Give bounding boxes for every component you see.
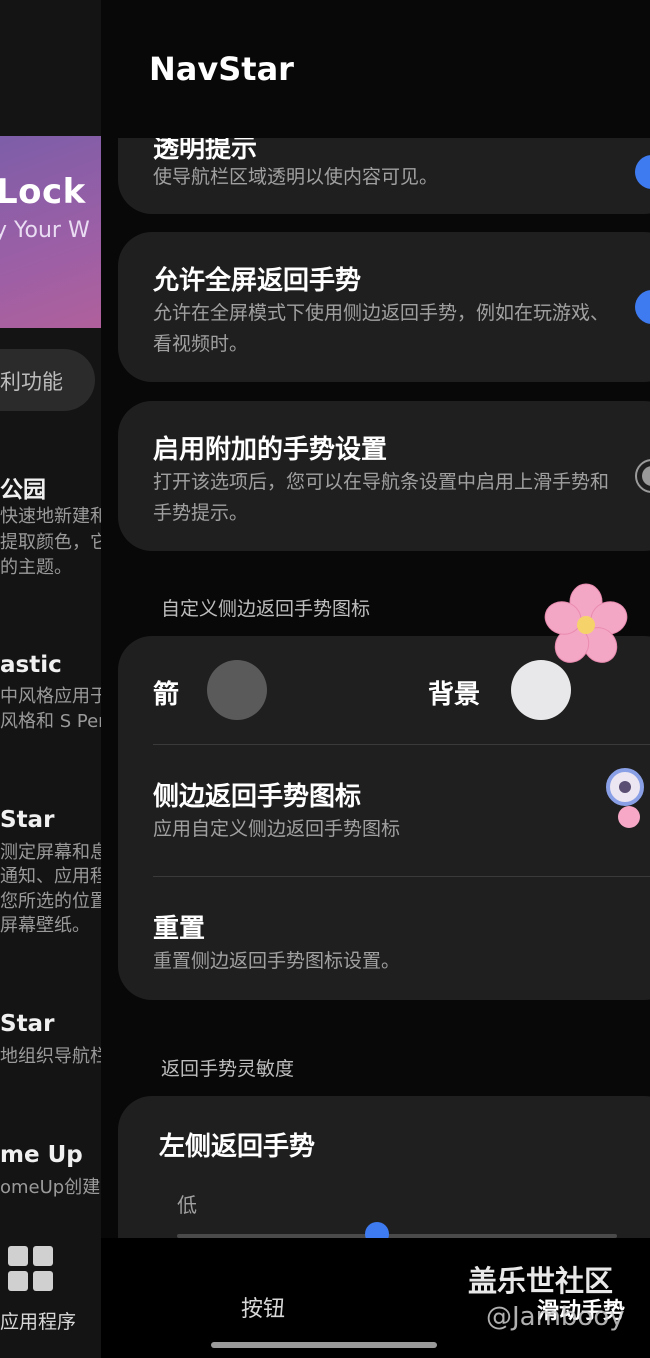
toggle-knob xyxy=(642,466,650,486)
setting-title: 允许全屏返回手势 xyxy=(153,266,362,296)
setting-fullscreen-back[interactable]: 允许全屏返回手势 允许在全屏模式下使用侧边返回手势，例如在玩游戏、看视频时。 xyxy=(118,232,650,382)
app-desc: 的主题。 xyxy=(0,557,72,578)
divider xyxy=(153,744,650,745)
app-desc: 风格和 S Pen xyxy=(0,711,101,732)
section-header-custom-icon: 自定义侧边返回手势图标 xyxy=(161,598,371,620)
left-gesture-card: 左侧返回手势 低 xyxy=(118,1096,650,1238)
low-label: 低 xyxy=(177,1193,197,1217)
slider-thumb[interactable] xyxy=(365,1222,389,1238)
transparent-hint-toggle[interactable] xyxy=(635,155,650,189)
home-indicator[interactable] xyxy=(211,1342,437,1348)
apps-grid-icon[interactable] xyxy=(8,1246,54,1292)
setting-desc: 打开该选项后，您可以在导航条设置中启用上滑手势和手势提示。 xyxy=(153,471,610,524)
app-title[interactable]: me Up xyxy=(0,1142,83,1168)
app-desc: 测定屏幕和息 xyxy=(0,842,101,863)
setting-extra-gestures[interactable]: 启用附加的手势设置 打开该选项后，您可以在导航条设置中启用上滑手势和手势提示。 xyxy=(118,401,650,551)
extra-gestures-toggle[interactable] xyxy=(635,459,650,493)
feature-chip-label: 利功能 xyxy=(0,370,63,394)
app-desc: 中风格应用于 xyxy=(0,686,101,707)
background-color-label: 背景 xyxy=(428,680,481,710)
divider xyxy=(153,876,650,877)
flower-sticker-icon xyxy=(544,583,628,663)
setting-title: 启用附加的手势设置 xyxy=(153,435,388,465)
app-title[interactable]: 公园 xyxy=(0,470,46,504)
app-desc: 屏幕壁纸。 xyxy=(0,915,90,936)
promo-banner[interactable]: Lock y Your W xyxy=(0,136,101,328)
setting-transparent-hint[interactable]: 透明提示 使导航栏区域透明以使内容可见。 xyxy=(118,138,650,214)
fullscreen-back-toggle[interactable] xyxy=(635,290,650,324)
app-title[interactable]: Star xyxy=(0,807,54,833)
left-gesture-title: 左侧返回手势 xyxy=(159,1132,316,1162)
custom-icon-card: 箭 背景 侧边返回手势图标 应用自定义侧边返回手势图标 重置 重置侧边返回手势图… xyxy=(118,636,650,1000)
arrow-color-label: 箭 xyxy=(153,680,180,710)
settings-list[interactable]: 透明提示 使导航栏区域透明以使内容可见。 允许全屏返回手势 允许在全屏模式下使用… xyxy=(101,138,650,1238)
page-title: NavStar xyxy=(149,50,294,88)
flower-sticker-icon xyxy=(618,806,640,828)
apps-tab-label[interactable]: 应用程序 xyxy=(0,1307,76,1334)
setting-desc: 使导航栏区域透明以使内容可见。 xyxy=(153,166,439,188)
setting-title: 侧边返回手势图标 xyxy=(153,782,362,812)
background-app-panel: Lock y Your W 利功能 公园 快速地新建和 提取颜色，它 的主题。 … xyxy=(0,0,101,1358)
app-desc: 您所选的位置 xyxy=(0,891,101,912)
app-desc: 地组织导航栏 xyxy=(0,1046,101,1067)
app-desc: omeUp创建 xyxy=(0,1177,101,1198)
buttons-tab[interactable]: 按钮 xyxy=(241,1291,285,1323)
app-title[interactable]: Star xyxy=(0,1011,54,1037)
navstar-settings-panel: NavStar 透明提示 使导航栏区域透明以使内容可见。 允许全屏返回手势 允许… xyxy=(101,0,650,1358)
background-color-swatch[interactable] xyxy=(511,660,571,720)
setting-desc: 应用自定义侧边返回手势图标 xyxy=(153,818,401,840)
app-desc: 快速地新建和 xyxy=(0,506,101,527)
setting-title: 透明提示 xyxy=(153,138,258,164)
section-header-sensitivity: 返回手势灵敏度 xyxy=(161,1058,295,1080)
setting-title: 重置 xyxy=(153,914,206,944)
side-icon-row[interactable]: 侧边返回手势图标 应用自定义侧边返回手势图标 xyxy=(118,746,650,876)
app-title[interactable]: astic xyxy=(0,652,62,678)
banner-subtitle: y Your W xyxy=(0,218,90,243)
app-desc: 通知、应用程 xyxy=(0,866,101,887)
bottom-navigation: 按钮 盖乐世社区 滑动手势 @Jambooy xyxy=(101,1238,650,1358)
reset-row[interactable]: 重置 重置侧边返回手势图标设置。 xyxy=(118,878,650,998)
setting-desc: 允许在全屏模式下使用侧边返回手势，例如在玩游戏、看视频时。 xyxy=(153,302,610,355)
setting-desc: 重置侧边返回手势图标设置。 xyxy=(153,950,401,972)
app-desc: 提取颜色，它 xyxy=(0,532,101,553)
gesture-icon-preview-icon xyxy=(606,768,644,806)
watermark-user: @Jambooy xyxy=(486,1302,625,1332)
banner-title: Lock xyxy=(0,172,86,212)
arrow-color-swatch[interactable] xyxy=(207,660,267,720)
